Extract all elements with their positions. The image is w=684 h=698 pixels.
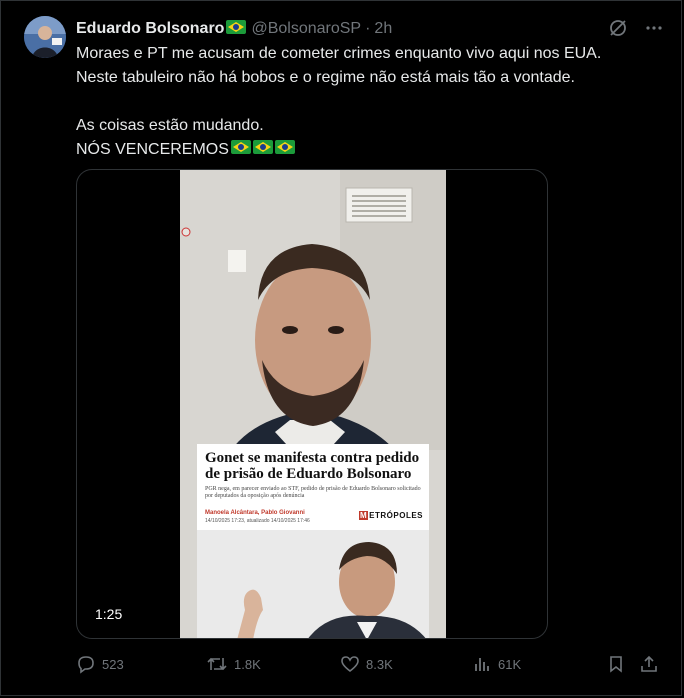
post-text: Moraes e PT me acusam de cometer crimes …: [76, 42, 636, 162]
video-duration: 1:25: [95, 606, 123, 622]
bookmark-button[interactable]: [606, 654, 626, 674]
avatar[interactable]: [24, 16, 66, 58]
video-player[interactable]: Gonet se manifesta contra pedido de pris…: [76, 169, 548, 639]
brazil-flag-icon: [274, 138, 295, 162]
post-text-line: [76, 90, 636, 114]
article-subline: PGR nega, em parecer enviado ao STF, ped…: [205, 486, 421, 499]
article-headline: Gonet se manifesta contra pedido de pris…: [205, 450, 420, 482]
like-button[interactable]: 8.3K: [340, 654, 393, 674]
repost-icon: [207, 657, 227, 671]
post-text-line: NÓS VENCEREMOS: [76, 141, 229, 159]
grok-slash-icon[interactable]: [606, 16, 630, 40]
article-photo: [197, 530, 429, 638]
reply-count: 523: [102, 656, 124, 672]
brazil-flag-icon: [252, 138, 273, 162]
author-handle[interactable]: @BolsonaroSP: [251, 20, 361, 38]
repost-count: 1.8K: [234, 656, 261, 672]
post-time[interactable]: 2h: [374, 20, 392, 38]
share-button[interactable]: [639, 654, 659, 674]
heart-icon: [341, 656, 359, 673]
article-authors: Manoela Alcântara, Pablo Giovanni: [205, 510, 305, 516]
post-text-line: Neste tabuleiro não há bobos e o regime …: [76, 69, 575, 86]
post-text-line-flags: NÓS VENCEREMOS: [76, 138, 636, 162]
article-dates: 14/10/2025 17:23, atualizado 14/10/2025 …: [205, 518, 310, 524]
author-name[interactable]: Eduardo Bolsonaro: [76, 20, 224, 38]
brazil-flag-icon: [230, 138, 251, 162]
post-actions: 523 1.8K 8.3K 61K: [76, 652, 660, 680]
repost-button[interactable]: 1.8K: [206, 654, 261, 674]
post-text-line: As coisas estão mudando.: [76, 117, 264, 134]
news-article-card: Gonet se manifesta contra pedido de pris…: [197, 444, 429, 638]
more-icon[interactable]: [642, 16, 666, 40]
views-count: 61K: [498, 656, 522, 672]
post-text-line: Moraes e PT me acusam de cometer crimes …: [76, 45, 602, 62]
analytics-icon: [475, 658, 489, 671]
post-header: Eduardo Bolsonaro @BolsonaroSP · 2h: [76, 18, 392, 40]
reply-icon: [78, 656, 94, 674]
brazil-flag-icon: [226, 19, 247, 39]
share-icon: [641, 655, 657, 672]
reply-button[interactable]: 523: [76, 654, 124, 674]
video-frame[interactable]: Gonet se manifesta contra pedido de pris…: [180, 170, 446, 638]
bookmark-icon: [610, 656, 622, 673]
article-outlet-logo: M ETRÓPOLES: [358, 511, 423, 520]
header-actions: [606, 16, 666, 40]
like-count: 8.3K: [366, 656, 393, 672]
separator: ·: [365, 20, 371, 37]
views-button[interactable]: 61K: [472, 654, 521, 674]
